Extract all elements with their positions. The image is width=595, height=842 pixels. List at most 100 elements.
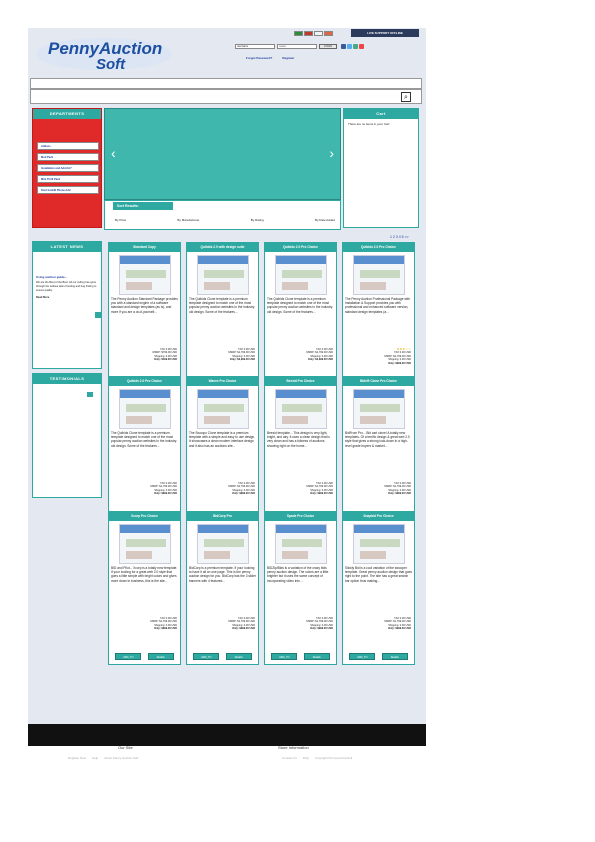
- product-thumbnail[interactable]: [118, 524, 171, 564]
- product-title[interactable]: Standard Copy: [109, 243, 180, 252]
- pagination[interactable]: 1 2 3 4 5 >>: [390, 235, 409, 239]
- cart-empty-text: There are no items in your Cart: [348, 122, 390, 126]
- flag-icon[interactable]: [294, 31, 303, 36]
- sort-by-price-link[interactable]: By Price: [115, 218, 126, 222]
- product-title[interactable]: Bidrift Clone Pro Choice: [343, 377, 414, 386]
- footer-links-left: Register Now Help About Penny Auction So…: [68, 756, 138, 760]
- product-title[interactable]: Quibids 2.0 Pro Choice: [265, 243, 336, 252]
- product-thumbnail[interactable]: [352, 255, 405, 295]
- flag-icon[interactable]: [314, 31, 323, 36]
- product-description: BID and Pilot... Xcorp is a totally new …: [111, 566, 178, 583]
- details-button[interactable]: Details: [381, 653, 408, 660]
- product-prices: TAX 0.00 USD MSRP: $1,799.00 USD Shipping:…: [109, 482, 180, 496]
- chevron-right-icon[interactable]: ›: [329, 145, 334, 161]
- product-thumbnail[interactable]: [352, 524, 405, 564]
- add-to-cart-button[interactable]: ADD_TO: [115, 653, 142, 660]
- news-headline[interactable]: Using auction guide...: [33, 252, 101, 281]
- product-price: Only: $999.00 USD: [154, 492, 177, 496]
- product-thumbnail[interactable]: [274, 524, 327, 564]
- product-thumbnail[interactable]: [196, 524, 249, 564]
- product-prices: TAX 0.00 USD MSRP: $1,799.00 USD Shipping:…: [265, 348, 336, 362]
- language-flags: [294, 31, 333, 36]
- details-button[interactable]: Details: [147, 653, 174, 660]
- product-title[interactable]: Xcorp Pro Choice: [109, 512, 180, 521]
- footer-link[interactable]: Copyright PennyAuctionSoft: [315, 756, 353, 760]
- department-item[interactable]: Installation and Add-On?: [37, 164, 99, 172]
- department-item[interactable]: Mini Thrill Pack: [37, 175, 99, 183]
- sort-by-date-link[interactable]: By Date Added: [315, 218, 335, 222]
- product-prices: ★★★☆☆ TAX 0.00 USD MSRP: $2,799.00 USD Ship…: [343, 347, 414, 365]
- share-icon[interactable]: [353, 44, 358, 49]
- details-button[interactable]: Details: [225, 653, 252, 660]
- product-title[interactable]: Beezid Pro Choice: [265, 377, 336, 386]
- product-title[interactable]: Snapbid Pro Choice: [343, 512, 414, 521]
- footer-link[interactable]: Contact Us: [282, 756, 297, 760]
- password-field[interactable]: ••••••••: [277, 44, 317, 49]
- footer-link[interactable]: Register Now: [68, 756, 86, 760]
- product-thumbnail[interactable]: [196, 389, 249, 429]
- news-title: LATEST NEWS: [33, 242, 101, 252]
- product-title[interactable]: Quibids 2.0 Pro Choice: [343, 243, 414, 252]
- search-bar: ⌕: [30, 89, 422, 104]
- product-description: BIDZip/Bids is a variation of the crazy …: [267, 566, 329, 583]
- product-thumbnail[interactable]: [118, 389, 171, 429]
- department-item[interactable]: Dont bonkfil Phone Add: [37, 186, 99, 194]
- news-read-more-link[interactable]: Read More: [36, 296, 98, 299]
- footer-link[interactable]: Help: [92, 756, 98, 760]
- live-support-button[interactable]: LIVE SUPPORT OFFLINE: [351, 29, 419, 37]
- product-prices: TAX 0.00 USD MSRP: $1,799.00 USD Shipping:…: [343, 617, 414, 631]
- product-thumbnail[interactable]: [118, 255, 171, 295]
- product-title[interactable]: Wavee Pro Choice: [187, 377, 258, 386]
- product-price: Only: $2,999.00 USD: [229, 358, 255, 362]
- forgot-password-link[interactable]: Forgot Password?: [246, 56, 272, 60]
- testimonials-box: TESTIMONIALS: [32, 373, 102, 498]
- add-to-cart-button[interactable]: ADD_TO: [349, 653, 376, 660]
- product-title[interactable]: BidCorp Pro: [187, 512, 258, 521]
- product-card: BidCorp Pro BidCorp is a premium template…: [186, 511, 259, 665]
- footer-links-right: Contact Us FAQ Copyright PennyAuctionSof…: [282, 756, 352, 760]
- news-next-button[interactable]: [95, 312, 101, 318]
- chevron-left-icon[interactable]: ‹: [111, 145, 116, 161]
- product-description: BidCorp is a premium template. If your l…: [189, 566, 256, 583]
- product-title[interactable]: Quibids 2.0 Pro Choice: [109, 377, 180, 386]
- product-prices: TAX 0.00 USD MSRP: $1,799.00 USD Shipping:…: [265, 617, 336, 631]
- sort-by-rating-link[interactable]: By Rating: [251, 218, 264, 222]
- product-prices: TAX 0.00 USD MSRP: $1,799.00 USD Shipping:…: [343, 482, 414, 496]
- product-actions: ADD_TO Details: [343, 653, 414, 660]
- product-card: Standard Copy The Penny Auction Standard …: [108, 242, 181, 396]
- add-to-cart-button[interactable]: ADD_TO: [271, 653, 298, 660]
- twitter-icon[interactable]: [347, 44, 352, 49]
- sort-by-manufacturer-link[interactable]: By Manufacturer: [177, 218, 199, 222]
- flag-icon[interactable]: [324, 31, 333, 36]
- testimonials-title: TESTIMONIALS: [33, 374, 101, 384]
- product-description: Beezid template... This design is very l…: [267, 431, 330, 448]
- department-item[interactable]: Mod Pack: [37, 153, 99, 161]
- department-item[interactable]: Addons: [37, 142, 99, 150]
- footer-link[interactable]: FAQ: [303, 756, 309, 760]
- facebook-icon[interactable]: [341, 44, 346, 49]
- product-prices: TAX 0.00 USD MSRP: $1,799.00 USD Shipping:…: [187, 348, 258, 362]
- register-link[interactable]: Register: [282, 56, 294, 60]
- product-title[interactable]: Spade Pro Choice: [265, 512, 336, 521]
- product-price: Only: $999.00 USD: [154, 627, 177, 631]
- logo[interactable]: PennyAuction Soft: [34, 36, 184, 73]
- login-button[interactable]: LOGIN: [319, 44, 337, 49]
- product-price: Only: $999.00 USD: [388, 492, 411, 496]
- product-prices: TAX 0.00 USD MSRP: $1,799.00 USD Shipping:…: [187, 617, 258, 631]
- product-description: The Penny Auction Standard Package provi…: [111, 297, 178, 314]
- product-description: Slickly Bid is a cool variation of the s…: [345, 566, 412, 583]
- cart-box: Cart There are no items in your Cart: [343, 108, 419, 228]
- footer-link[interactable]: About Penny Auction Soft: [104, 756, 138, 760]
- product-thumbnail[interactable]: [352, 389, 405, 429]
- search-icon[interactable]: ⌕: [401, 92, 411, 102]
- product-thumbnail[interactable]: [274, 389, 327, 429]
- details-button[interactable]: Details: [303, 653, 330, 660]
- product-title[interactable]: Quibids 2.0 with design suite: [187, 243, 258, 252]
- username-field[interactable]: username: [235, 44, 275, 49]
- rss-icon[interactable]: [359, 44, 364, 49]
- add-to-cart-button[interactable]: ADD_TO: [193, 653, 220, 660]
- flag-icon[interactable]: [304, 31, 313, 36]
- testimonials-next-button[interactable]: [87, 392, 93, 397]
- product-thumbnail[interactable]: [196, 255, 249, 295]
- product-thumbnail[interactable]: [274, 255, 327, 295]
